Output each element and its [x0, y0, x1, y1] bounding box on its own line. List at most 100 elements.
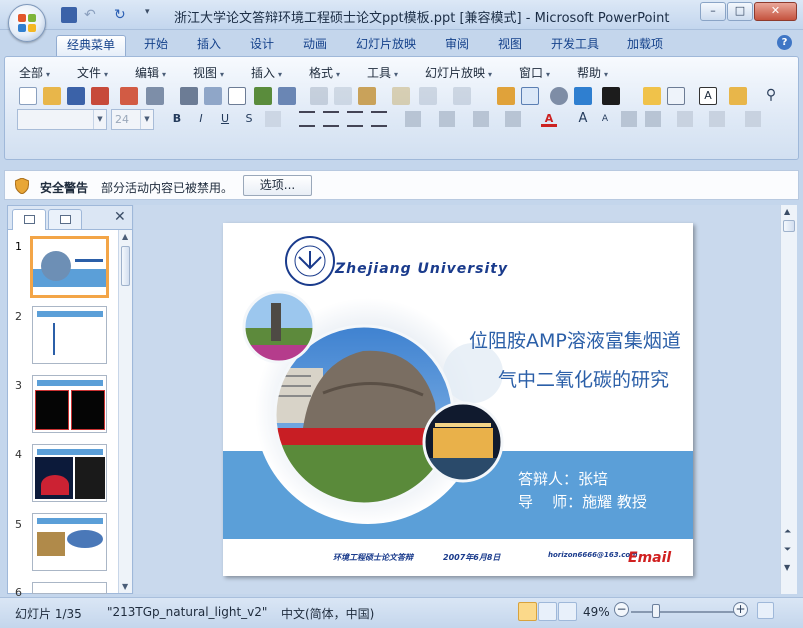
expand-all-icon[interactable] — [574, 87, 592, 105]
font-name-field[interactable]: ▼ — [17, 109, 107, 130]
research-icon[interactable] — [278, 87, 296, 105]
layout-icon[interactable] — [667, 87, 685, 105]
numbering-icon[interactable] — [473, 111, 489, 127]
menu-edit[interactable]: 编辑 ▾ — [135, 64, 166, 81]
normal-view-button[interactable] — [518, 602, 537, 621]
undo-icon[interactable] — [419, 87, 437, 105]
tab-animation[interactable]: 动画 — [293, 35, 337, 56]
paste-icon[interactable] — [358, 87, 376, 105]
slide-thumbnail-2[interactable] — [32, 306, 107, 364]
align-right-icon[interactable] — [347, 111, 363, 127]
scroll-down-icon[interactable]: ▼ — [784, 563, 790, 572]
scrollbar-thumb[interactable] — [121, 246, 130, 286]
menu-all[interactable]: 全部 ▾ — [19, 64, 50, 81]
email-icon[interactable] — [146, 87, 164, 105]
tab-insert[interactable]: 插入 — [187, 35, 231, 56]
slide-color-icon[interactable] — [602, 87, 620, 105]
slide-thumbnail-6[interactable] — [32, 582, 107, 594]
redo-icon[interactable] — [453, 87, 471, 105]
maximize-button[interactable]: □ — [727, 2, 753, 21]
underline-button[interactable]: U — [217, 111, 233, 127]
tab-view[interactable]: 视图 — [488, 35, 532, 56]
slide-thumbnail-4[interactable] — [32, 444, 107, 502]
quick-styles-icon[interactable] — [745, 111, 761, 127]
tab-classic-menu[interactable]: 经典菜单 — [56, 35, 127, 56]
scroll-up-icon[interactable]: ▲ — [122, 232, 128, 241]
chart-icon[interactable] — [497, 87, 515, 105]
slide-thumbnail-1[interactable] — [30, 236, 109, 298]
cut-icon[interactable] — [310, 87, 328, 105]
tab-slideshow[interactable]: 幻灯片放映 — [346, 35, 426, 56]
tab-review[interactable]: 审阅 — [435, 35, 479, 56]
color-grayscale-icon[interactable] — [550, 87, 568, 105]
menu-window[interactable]: 窗口 ▾ — [519, 64, 550, 81]
pdf-icon[interactable] — [91, 87, 109, 105]
fit-to-window-icon[interactable] — [757, 602, 774, 619]
options-button[interactable]: 选项... — [243, 175, 312, 196]
table-icon[interactable] — [521, 87, 539, 105]
print-preview-icon[interactable] — [204, 87, 222, 105]
undo-icon[interactable]: ↶ — [84, 7, 100, 23]
tab-slides[interactable] — [12, 209, 46, 230]
slide-thumbnail-5[interactable] — [32, 513, 107, 571]
tab-design[interactable]: 设计 — [240, 35, 284, 56]
spelling-icon[interactable] — [254, 87, 272, 105]
menu-insert[interactable]: 插入 ▾ — [251, 64, 282, 81]
menu-format[interactable]: 格式 ▾ — [309, 64, 340, 81]
close-window-button[interactable]: ✕ — [754, 2, 797, 21]
justify-icon[interactable] — [371, 111, 387, 127]
bold-button[interactable]: B — [169, 111, 185, 127]
slide-scrollbar[interactable]: ▲ ⏶ ⏷ ▼ — [780, 205, 797, 594]
search-icon[interactable]: ⚲ — [762, 87, 780, 105]
char-spacing-icon[interactable] — [265, 111, 281, 127]
new-icon[interactable] — [19, 87, 37, 105]
tab-developer[interactable]: 开发工具 — [541, 35, 609, 56]
scroll-down-icon[interactable]: ▼ — [122, 582, 128, 591]
scroll-up-icon[interactable]: ▲ — [784, 207, 790, 216]
close-panel-icon[interactable]: ✕ — [114, 209, 126, 225]
shapes-icon[interactable] — [709, 111, 725, 127]
slide-canvas[interactable]: Zhejiang University 位阻胺AMP溶液富集烟道 气中二氧化碳的… — [223, 223, 693, 576]
print-icon[interactable] — [180, 87, 198, 105]
menu-slideshow[interactable]: 幻灯片放映 ▾ — [425, 64, 492, 81]
italic-button[interactable]: I — [193, 111, 209, 127]
textbox-icon[interactable]: A — [699, 87, 717, 105]
arrange-icon[interactable] — [677, 111, 693, 127]
language-indicator[interactable]: 中文(简体，中国) — [281, 605, 374, 622]
zoom-out-button[interactable]: − — [614, 602, 629, 617]
new-slide-icon[interactable] — [643, 87, 661, 105]
save-icon[interactable] — [61, 7, 77, 23]
slide-view-icon[interactable] — [228, 87, 246, 105]
font-size-field[interactable]: 24 ▼ — [111, 109, 154, 130]
zoom-level[interactable]: 49% — [583, 605, 610, 619]
help-icon[interactable]: ? — [777, 35, 792, 50]
folder-icon[interactable] — [729, 87, 747, 105]
font-color-button[interactable]: A — [541, 111, 557, 127]
slide-thumbnail-3[interactable] — [32, 375, 107, 433]
redo-icon[interactable]: ↻ — [114, 7, 130, 23]
menu-help[interactable]: 帮助 ▾ — [577, 64, 608, 81]
menu-file[interactable]: 文件 ▾ — [77, 64, 108, 81]
menu-tools[interactable]: 工具 ▾ — [367, 64, 398, 81]
customize-qat-icon[interactable]: ▾ — [145, 7, 161, 23]
format-painter-icon[interactable] — [392, 87, 410, 105]
zoom-slider-thumb[interactable] — [652, 604, 660, 618]
tab-addins[interactable]: 加载项 — [617, 35, 673, 56]
minimize-button[interactable]: – — [700, 2, 726, 21]
scrollbar-thumb[interactable] — [783, 220, 795, 232]
tab-outline[interactable] — [48, 209, 82, 229]
menu-view[interactable]: 视图 ▾ — [193, 64, 224, 81]
decrease-indent-icon[interactable] — [621, 111, 637, 127]
zoom-in-button[interactable]: + — [733, 602, 748, 617]
zoom-slider-track[interactable] — [631, 611, 739, 613]
shadow-button[interactable]: S — [241, 111, 257, 127]
increase-indent-icon[interactable] — [645, 111, 661, 127]
copy-icon[interactable] — [334, 87, 352, 105]
previous-slide-icon[interactable]: ⏶ — [784, 527, 791, 537]
permission-icon[interactable] — [120, 87, 138, 105]
next-slide-icon[interactable]: ⏷ — [784, 545, 791, 555]
office-button[interactable] — [8, 4, 46, 42]
tab-home[interactable]: 开始 — [134, 35, 178, 56]
grow-font-icon[interactable]: A — [575, 111, 591, 127]
bullets-icon[interactable] — [505, 111, 521, 127]
